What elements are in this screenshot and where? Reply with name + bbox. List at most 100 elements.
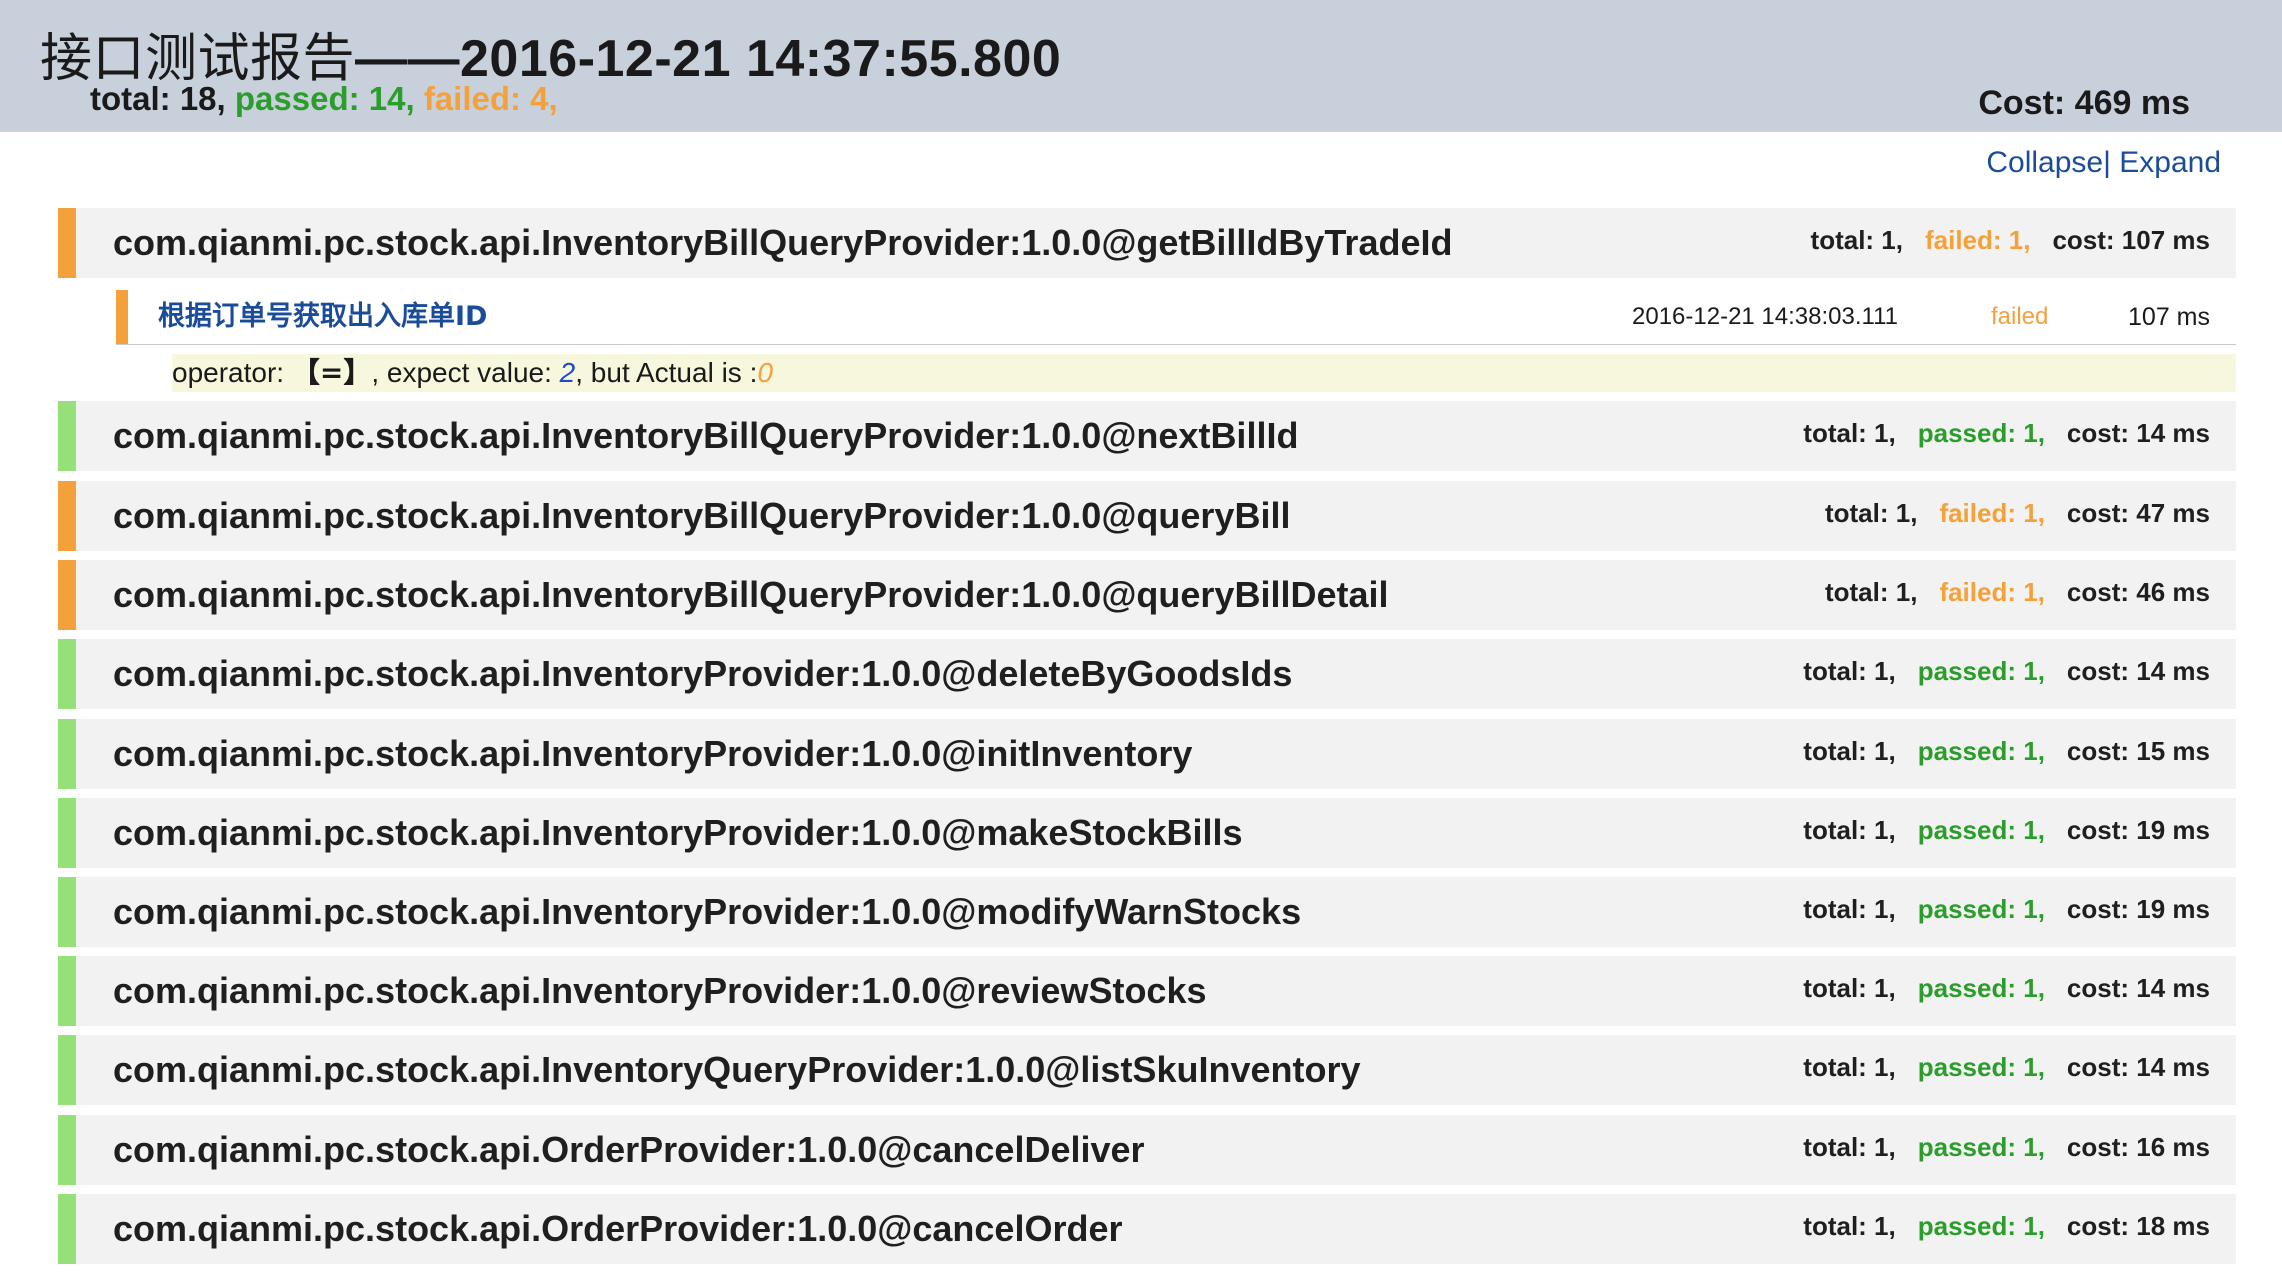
suite-status-bar	[58, 798, 76, 868]
summary-total: total: 18,	[90, 80, 226, 117]
suite-status-bar	[58, 1035, 76, 1105]
suite-stats: total: 1, failed: 1, cost: 107 ms	[1789, 208, 2210, 272]
summary-failed: failed: 4,	[423, 80, 558, 117]
suite-total: total: 1,	[1824, 577, 1918, 607]
suite-total: total: 1,	[1803, 656, 1896, 686]
suite-total: total: 1,	[1803, 1211, 1896, 1241]
suite-row[interactable]: com.qianmi.pc.stock.api.InventoryBillQue…	[58, 208, 2236, 278]
suite-row[interactable]: com.qianmi.pc.stock.api.InventoryBillQue…	[58, 401, 2236, 471]
suite-status-bar	[58, 481, 76, 551]
suite-status-bar	[58, 401, 76, 471]
suite-result: passed: 1,	[1917, 1052, 2045, 1082]
assertion-detail: operator: 【=】, expect value: 2, but Actu…	[172, 354, 2236, 392]
suite-stats: total: 1, passed: 1, cost: 14 ms	[1781, 1035, 2210, 1099]
suite-result: passed: 1,	[1917, 1211, 2045, 1241]
suite-status-bar	[58, 956, 76, 1026]
suite-result: passed: 1,	[1917, 656, 2045, 686]
expand-link[interactable]: Expand	[2119, 146, 2221, 179]
suite-name: com.qianmi.pc.stock.api.OrderProvider:1.…	[113, 1129, 1145, 1170]
suite-result: passed: 1,	[1917, 1132, 2045, 1162]
summary-passed: passed: 14,	[234, 80, 415, 117]
suite-result: passed: 1,	[1917, 418, 2045, 448]
case-cost: 107 ms	[2128, 303, 2210, 331]
suite-status-bar	[58, 1194, 76, 1264]
suite-result: passed: 1,	[1917, 736, 2045, 766]
suite-stats: total: 1, passed: 1, cost: 16 ms	[1781, 1115, 2210, 1179]
suite-stats: total: 1, passed: 1, cost: 15 ms	[1781, 719, 2210, 783]
suite-name: com.qianmi.pc.stock.api.InventoryProvide…	[113, 970, 1207, 1011]
suite-name: com.qianmi.pc.stock.api.InventoryBillQue…	[113, 495, 1291, 536]
suite-total: total: 1,	[1803, 973, 1896, 1003]
suite-status-bar	[58, 639, 76, 709]
suite-result: failed: 1,	[1939, 577, 2045, 607]
summary-counts: total: 18, passed: 14, failed: 4,	[90, 80, 558, 118]
suite-name: com.qianmi.pc.stock.api.InventoryBillQue…	[113, 574, 1389, 615]
suite-row[interactable]: com.qianmi.pc.stock.api.OrderProvider:1.…	[58, 1115, 2236, 1185]
suite-row[interactable]: com.qianmi.pc.stock.api.InventoryProvide…	[58, 956, 2236, 1026]
detail-mid2: , but Actual is :	[575, 357, 758, 388]
suite-cost: cost: 47 ms	[2066, 498, 2210, 528]
case-status-bar	[116, 290, 128, 344]
suite-row[interactable]: com.qianmi.pc.stock.api.InventoryQueryPr…	[58, 1035, 2236, 1105]
suite-row[interactable]: com.qianmi.pc.stock.api.InventoryProvide…	[58, 798, 2236, 868]
detail-actual: 0	[757, 357, 773, 388]
suite-cost: cost: 18 ms	[2066, 1211, 2210, 1241]
suite-cost: cost: 14 ms	[2066, 973, 2210, 1003]
suite-status-bar	[58, 1115, 76, 1185]
suite-name: com.qianmi.pc.stock.api.InventoryBillQue…	[113, 415, 1299, 456]
suite-cost: cost: 107 ms	[2052, 225, 2210, 255]
suite-status-bar	[58, 719, 76, 789]
case-name: 根据订单号获取出入库单ID	[158, 301, 488, 332]
suite-name: com.qianmi.pc.stock.api.InventoryBillQue…	[113, 222, 1453, 263]
detail-expected: 2	[559, 357, 576, 388]
detail-prefix: operator:	[172, 357, 292, 388]
suite-row[interactable]: com.qianmi.pc.stock.api.InventoryProvide…	[58, 877, 2236, 947]
suite-total: total: 1,	[1803, 894, 1896, 924]
suite-cost: cost: 19 ms	[2066, 815, 2210, 845]
suite-result: failed: 1,	[1939, 498, 2045, 528]
report-header: 接口测试报告——2016-12-21 14:37:55.800 total: 1…	[0, 0, 2282, 132]
suite-stats: total: 1, failed: 1, cost: 46 ms	[1803, 560, 2210, 624]
expand-collapse-controls: Collapse| Expand	[1986, 146, 2221, 180]
suite-row[interactable]: com.qianmi.pc.stock.api.OrderProvider:1.…	[58, 1194, 2236, 1264]
suite-cost: cost: 19 ms	[2066, 894, 2210, 924]
collapse-link[interactable]: Collapse	[1986, 146, 2103, 179]
suite-row[interactable]: com.qianmi.pc.stock.api.InventoryBillQue…	[58, 481, 2236, 551]
suite-status-bar	[58, 560, 76, 630]
suite-name: com.qianmi.pc.stock.api.InventoryProvide…	[113, 733, 1193, 774]
suite-cost: cost: 46 ms	[2066, 577, 2210, 607]
suite-stats: total: 1, passed: 1, cost: 14 ms	[1781, 639, 2210, 703]
suite-name: com.qianmi.pc.stock.api.InventoryQueryPr…	[113, 1049, 1361, 1090]
suite-result: passed: 1,	[1917, 894, 2045, 924]
suite-stats: total: 1, failed: 1, cost: 47 ms	[1803, 481, 2210, 545]
suite-row[interactable]: com.qianmi.pc.stock.api.InventoryProvide…	[58, 639, 2236, 709]
suite-cost: cost: 14 ms	[2066, 1052, 2210, 1082]
suite-stats: total: 1, passed: 1, cost: 14 ms	[1781, 401, 2210, 465]
suite-total: total: 1,	[1803, 736, 1896, 766]
suite-total: total: 1,	[1803, 1132, 1896, 1162]
toggle-separator: |	[2103, 146, 2111, 179]
suite-status-bar	[58, 208, 76, 278]
suite-status-bar	[58, 877, 76, 947]
suite-result: passed: 1,	[1917, 973, 2045, 1003]
detail-mid: , expect value:	[371, 357, 560, 388]
suite-total: total: 1,	[1824, 498, 1918, 528]
suite-stats: total: 1, passed: 1, cost: 19 ms	[1781, 798, 2210, 862]
suite-name: com.qianmi.pc.stock.api.OrderProvider:1.…	[113, 1208, 1123, 1249]
suite-total: total: 1,	[1810, 225, 1903, 255]
suite-cost: cost: 14 ms	[2066, 656, 2210, 686]
suite-total: total: 1,	[1803, 815, 1896, 845]
test-case-row[interactable]: 根据订单号获取出入库单ID 2016-12-21 14:38:03.111 fa…	[116, 290, 2236, 345]
suite-row[interactable]: com.qianmi.pc.stock.api.InventoryProvide…	[58, 719, 2236, 789]
detail-operator: 【=】	[291, 356, 372, 389]
suite-cost: cost: 16 ms	[2066, 1132, 2210, 1162]
case-status: failed	[1991, 303, 2049, 330]
suite-stats: total: 1, passed: 1, cost: 14 ms	[1781, 956, 2210, 1020]
suite-total: total: 1,	[1803, 1052, 1896, 1082]
suite-row[interactable]: com.qianmi.pc.stock.api.InventoryBillQue…	[58, 560, 2236, 630]
suite-name: com.qianmi.pc.stock.api.InventoryProvide…	[113, 891, 1302, 932]
suite-name: com.qianmi.pc.stock.api.InventoryProvide…	[113, 653, 1293, 694]
suite-cost: cost: 14 ms	[2066, 418, 2210, 448]
suite-stats: total: 1, passed: 1, cost: 19 ms	[1781, 877, 2210, 941]
suite-stats: total: 1, passed: 1, cost: 18 ms	[1781, 1194, 2210, 1258]
